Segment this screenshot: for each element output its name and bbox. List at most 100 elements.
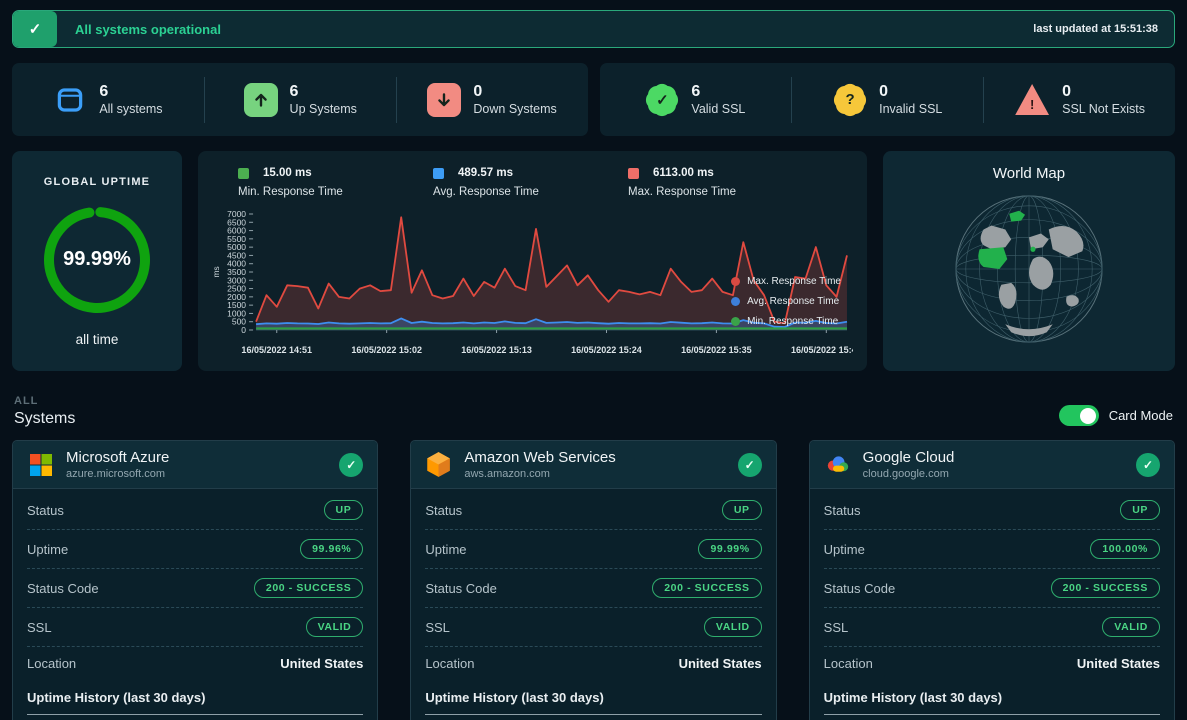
world-map-globe: [950, 190, 1108, 348]
stat-label: Valid SSL: [691, 102, 745, 116]
row-value: United States: [1077, 656, 1160, 671]
status-badge: UP: [722, 500, 762, 520]
google-cloud-logo: [824, 451, 851, 478]
check-circle-icon: ✓: [339, 453, 363, 477]
row-ssl: SSL VALID: [425, 608, 761, 647]
world-map-card: World Map: [883, 151, 1175, 371]
legend-value: 6113.00 ms: [653, 167, 714, 179]
row-status-code: Status Code 200 - SUCCESS: [425, 569, 761, 608]
row-location: Location United States: [425, 647, 761, 680]
stats-row: 6 All systems 6 Up Systems 0 Down System…: [12, 63, 1175, 136]
uptime-history: Uptime History (last 30 days): [425, 680, 761, 720]
uptime-ring-value: 99.99%: [39, 202, 155, 318]
status-badge: VALID: [1102, 617, 1160, 637]
legend-item: 15.00 ms Min. Response Time: [238, 167, 433, 198]
system-card-header: Google Cloud cloud.google.com ✓: [810, 441, 1174, 489]
status-badge: 99.99%: [698, 539, 761, 559]
legend-name: Max. Response Time: [628, 186, 823, 198]
row-uptime: Uptime 99.96%: [27, 530, 363, 569]
legend-dot-icon: [731, 297, 740, 306]
toggle-knob: [1080, 408, 1096, 424]
stat-value: 6: [99, 84, 162, 100]
row-value: United States: [679, 656, 762, 671]
stat-label: All systems: [99, 102, 162, 116]
svg-text:16/05/2022 15:46: 16/05/2022 15:46: [791, 345, 853, 355]
window-icon: [53, 83, 87, 117]
system-domain: cloud.google.com: [863, 468, 955, 480]
row-status: Status UP: [824, 491, 1160, 530]
chart-overlay-legend: Max. Response Time Avg. Response Time Mi…: [731, 276, 841, 327]
row-label: Uptime: [27, 542, 68, 557]
svg-text:16/05/2022 15:13: 16/05/2022 15:13: [461, 345, 532, 355]
history-divider: [824, 714, 1160, 715]
svg-text:16/05/2022 15:02: 16/05/2022 15:02: [351, 345, 422, 355]
row-label: Uptime: [824, 542, 865, 557]
row-status-code: Status Code 200 - SUCCESS: [824, 569, 1160, 608]
system-name: Microsoft Azure: [66, 449, 169, 466]
legend-value: 489.57 ms: [458, 167, 513, 179]
row-label: Uptime: [425, 542, 466, 557]
stat-ssl-not-exists: ! 0 SSL Not Exists: [983, 77, 1175, 123]
row-value: United States: [280, 656, 363, 671]
status-dashboard: ✓ All systems operational last updated a…: [0, 0, 1187, 720]
overview-row: GLOBAL UPTIME 99.99% all time 15.00 ms M…: [12, 151, 1175, 371]
stat-all-systems: 6 All systems: [12, 77, 204, 123]
history-divider: [27, 714, 363, 715]
world-map-title: World Map: [993, 165, 1065, 182]
row-status: Status UP: [425, 491, 761, 530]
row-label: Status Code: [425, 581, 497, 596]
card-mode-label: Card Mode: [1109, 408, 1173, 423]
stat-label: SSL Not Exists: [1062, 102, 1145, 116]
response-time-card: 15.00 ms Min. Response Time 489.57 ms Av…: [198, 151, 867, 371]
legend-swatch-icon: [433, 168, 444, 179]
seal-check-icon: ✓: [645, 83, 679, 117]
history-divider: [425, 714, 761, 715]
system-card-header: Amazon Web Services aws.amazon.com ✓: [411, 441, 775, 489]
legend-name: Avg. Response Time: [433, 186, 628, 198]
stat-invalid-ssl: ? 0 Invalid SSL: [791, 77, 983, 123]
warning-triangle-icon: !: [1014, 83, 1050, 116]
stat-value: 0: [1062, 84, 1145, 100]
row-location: Location United States: [824, 647, 1160, 680]
svg-text:ms: ms: [212, 266, 221, 277]
row-location: Location United States: [27, 647, 363, 680]
global-uptime-card: GLOBAL UPTIME 99.99% all time: [12, 151, 182, 371]
arrow-down-icon: [427, 83, 461, 117]
svg-text:7000: 7000: [227, 209, 246, 219]
system-card-header: Microsoft Azure azure.microsoft.com ✓: [13, 441, 377, 489]
check-icon: ✓: [13, 11, 57, 47]
check-circle-icon: ✓: [1136, 453, 1160, 477]
stats-panel-right: ✓ 6 Valid SSL ? 0 Invalid SSL ! 0 SSL No…: [600, 63, 1176, 136]
last-updated-text: last updated at 15:51:38: [1033, 23, 1158, 35]
microsoft-logo: [27, 451, 54, 478]
legend-dot-icon: [731, 317, 740, 326]
legend-swatch-icon: [238, 168, 249, 179]
svg-text:16/05/2022 15:24: 16/05/2022 15:24: [571, 345, 642, 355]
system-card-microsoft-azure: Microsoft Azure azure.microsoft.com ✓ St…: [12, 440, 378, 720]
row-ssl: SSL VALID: [824, 608, 1160, 647]
uptime-history-label: Uptime History (last 30 days): [27, 690, 363, 705]
legend-item: 6113.00 ms Max. Response Time: [628, 167, 823, 198]
chart-legend: 15.00 ms Min. Response Time 489.57 ms Av…: [212, 163, 853, 208]
overlay-legend-name: Avg. Response Time: [747, 296, 839, 307]
global-uptime-title: GLOBAL UPTIME: [44, 176, 150, 188]
overlay-legend-name: Min. Response Time: [747, 316, 838, 327]
status-badge: VALID: [704, 617, 762, 637]
uptime-history-label: Uptime History (last 30 days): [425, 690, 761, 705]
uptime-caption: all time: [76, 332, 119, 347]
legend-dot-icon: [731, 277, 740, 286]
uptime-history: Uptime History (last 30 days): [824, 680, 1160, 720]
legend-swatch-icon: [628, 168, 639, 179]
row-ssl: SSL VALID: [27, 608, 363, 647]
row-uptime: Uptime 99.99%: [425, 530, 761, 569]
stat-valid-ssl: ✓ 6 Valid SSL: [600, 77, 792, 123]
row-label: Location: [27, 656, 76, 671]
row-label: Location: [425, 656, 474, 671]
row-label: SSL: [824, 620, 849, 635]
row-status-code: Status Code 200 - SUCCESS: [27, 569, 363, 608]
systems-grid: Microsoft Azure azure.microsoft.com ✓ St…: [12, 440, 1175, 720]
row-label: Status: [425, 503, 462, 518]
card-mode-toggle[interactable]: [1059, 405, 1099, 426]
stat-value: 0: [473, 84, 556, 100]
overlay-legend-item: Min. Response Time: [731, 316, 841, 327]
